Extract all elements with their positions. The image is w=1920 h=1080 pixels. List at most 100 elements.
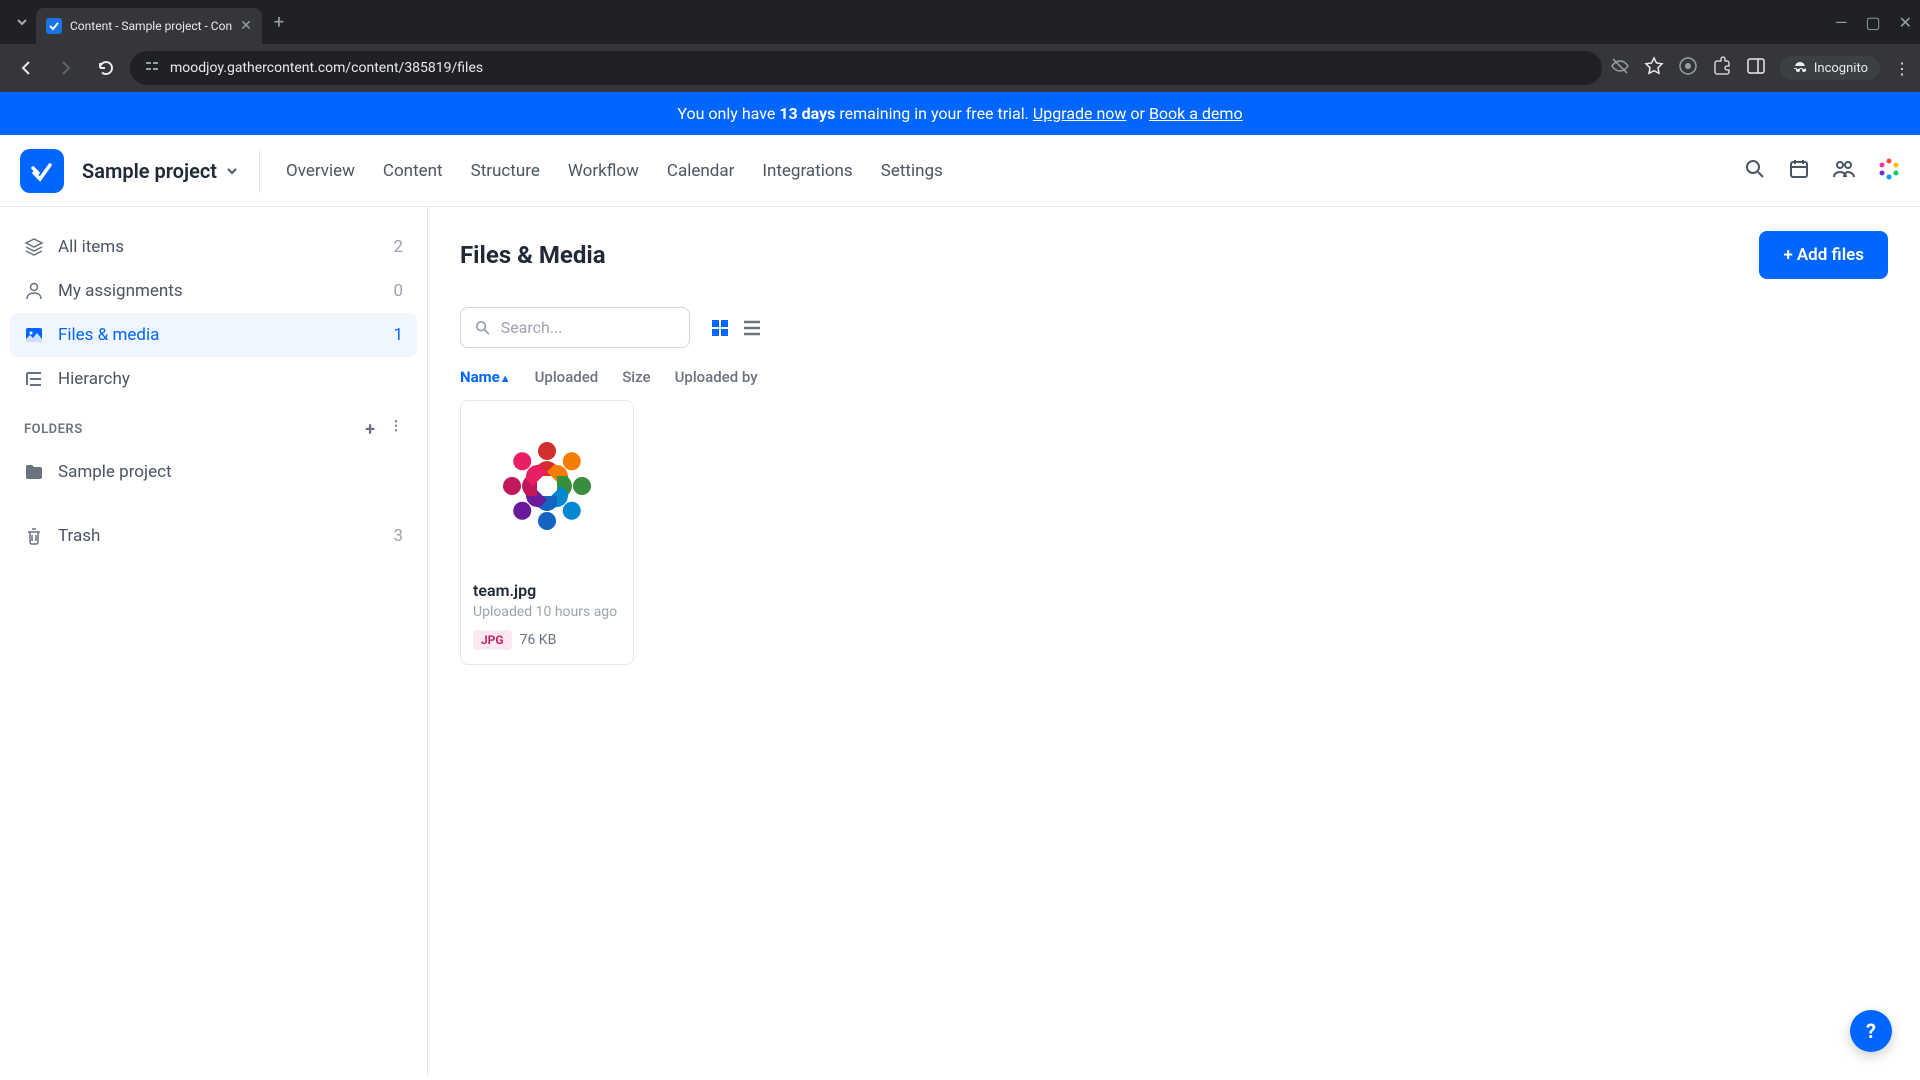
page-title: Files & Media	[460, 241, 606, 269]
tab-calendar[interactable]: Calendar	[667, 161, 734, 181]
file-thumbnail	[461, 401, 633, 571]
sort-bar: Name▲ Uploaded Size Uploaded by	[460, 368, 1888, 386]
forward-button[interactable]	[50, 52, 82, 84]
browser-tab-strip: Content - Sample project - Con ✕ + ― ▢ ✕	[0, 0, 1920, 44]
url-text: moodjoy.gathercontent.com/content/385819…	[170, 60, 483, 76]
tab-favicon	[46, 18, 62, 34]
image-icon	[24, 325, 44, 345]
sort-uploaded[interactable]: Uploaded	[535, 368, 599, 386]
sidebar-label: Trash	[58, 526, 100, 546]
sidebar-item-trash[interactable]: Trash 3	[10, 514, 417, 558]
reload-button[interactable]	[90, 52, 122, 84]
sidebar-count: 0	[393, 281, 403, 301]
extensions-puzzle-icon[interactable]	[1712, 56, 1732, 80]
folder-item[interactable]: Sample project	[10, 450, 417, 494]
minimize-icon[interactable]: ―	[1835, 13, 1848, 32]
file-card[interactable]: team.jpg Uploaded 10 hours ago JPG 76 KB	[460, 400, 634, 665]
add-files-label: Add files	[1797, 245, 1864, 265]
browser-tab[interactable]: Content - Sample project - Con ✕	[36, 8, 262, 44]
file-uploaded-meta: Uploaded 10 hours ago	[473, 604, 621, 620]
search-input[interactable]	[501, 318, 675, 337]
folder-icon	[24, 462, 44, 482]
chevron-down-icon	[225, 164, 239, 178]
sidebar-item-hierarchy[interactable]: Hierarchy	[10, 357, 417, 401]
search-icon	[475, 319, 491, 337]
tab-integrations[interactable]: Integrations	[762, 161, 852, 181]
sidebar-count: 3	[393, 526, 403, 546]
list-view-button[interactable]	[738, 314, 766, 342]
sidebar-label: My assignments	[58, 281, 183, 301]
browser-menu-icon[interactable]: ⋮	[1894, 59, 1910, 78]
sidebar-label: All items	[58, 237, 124, 257]
folder-label: Sample project	[58, 462, 172, 482]
project-selector[interactable]: Sample project	[82, 149, 260, 193]
app-switcher-icon[interactable]	[1878, 158, 1900, 184]
folders-label: FOLDERS	[24, 422, 83, 437]
incognito-label: Incognito	[1814, 61, 1868, 76]
bookmark-star-icon[interactable]	[1644, 56, 1664, 80]
side-panel-icon[interactable]	[1746, 56, 1766, 80]
banner-or: or	[1126, 104, 1148, 123]
extension-icon[interactable]	[1678, 56, 1698, 80]
plus-icon: +	[1783, 245, 1792, 265]
tab-workflow[interactable]: Workflow	[568, 161, 639, 181]
sidebar-count: 2	[393, 237, 403, 257]
tab-close-icon[interactable]: ✕	[240, 18, 252, 34]
tab-search-dropdown[interactable]	[8, 8, 36, 36]
close-window-icon[interactable]: ✕	[1899, 13, 1912, 32]
sidebar-item-my-assignments[interactable]: My assignments 0	[10, 269, 417, 313]
nav-tabs: Overview Content Structure Workflow Cale…	[286, 161, 943, 181]
sidebar: All items 2 My assignments 0 Files & med…	[0, 207, 428, 1077]
trial-banner: You only have 13 days remaining in your …	[0, 92, 1920, 135]
sidebar-item-files-media[interactable]: Files & media 1	[10, 313, 417, 357]
app-logo[interactable]	[20, 149, 64, 193]
main-content: Files & Media +Add files Name▲ Uploaded	[428, 207, 1920, 1077]
sidebar-item-all-items[interactable]: All items 2	[10, 225, 417, 269]
layers-icon	[24, 237, 44, 257]
trash-icon	[24, 526, 44, 546]
search-box[interactable]	[460, 307, 690, 348]
search-icon[interactable]	[1744, 158, 1766, 184]
sort-uploaded-by[interactable]: Uploaded by	[675, 368, 758, 386]
hierarchy-icon	[24, 369, 44, 389]
folder-menu-icon[interactable]: ⋮	[390, 419, 404, 440]
new-tab-button[interactable]: +	[274, 12, 284, 33]
person-icon	[24, 281, 44, 301]
site-settings-icon[interactable]	[144, 58, 160, 78]
banner-prefix: You only have	[677, 104, 779, 123]
upgrade-link[interactable]: Upgrade now	[1033, 104, 1127, 123]
tab-structure[interactable]: Structure	[471, 161, 540, 181]
sidebar-label: Hierarchy	[58, 369, 130, 389]
file-size: 76 KB	[520, 632, 557, 648]
sidebar-count: 1	[393, 325, 403, 345]
app-header: Sample project Overview Content Structur…	[0, 135, 1920, 207]
back-button[interactable]	[10, 52, 42, 84]
tab-content[interactable]: Content	[383, 161, 443, 181]
maximize-icon[interactable]: ▢	[1865, 13, 1880, 32]
tab-title: Content - Sample project - Con	[70, 19, 232, 33]
file-type-badge: JPG	[473, 630, 512, 650]
calendar-icon[interactable]	[1788, 158, 1810, 184]
sidebar-label: Files & media	[58, 325, 159, 345]
add-files-button[interactable]: +Add files	[1759, 231, 1888, 279]
tab-overview[interactable]: Overview	[286, 161, 355, 181]
address-bar[interactable]: moodjoy.gathercontent.com/content/385819…	[130, 51, 1602, 85]
tab-settings[interactable]: Settings	[881, 161, 943, 181]
banner-days: 13 days	[779, 104, 835, 123]
sort-asc-icon: ▲	[500, 372, 511, 385]
project-name: Sample project	[82, 159, 217, 183]
browser-toolbar: moodjoy.gathercontent.com/content/385819…	[0, 44, 1920, 92]
file-name: team.jpg	[473, 581, 621, 600]
visibility-off-icon[interactable]	[1610, 56, 1630, 80]
window-controls: ― ▢ ✕	[1835, 13, 1912, 32]
sort-name[interactable]: Name▲	[460, 368, 511, 386]
folders-header: FOLDERS + ⋮	[10, 401, 417, 450]
incognito-badge[interactable]: Incognito	[1780, 56, 1880, 80]
help-button[interactable]: ?	[1850, 1010, 1892, 1052]
sort-size[interactable]: Size	[622, 368, 650, 386]
add-folder-icon[interactable]: +	[365, 419, 375, 440]
banner-middle: remaining in your free trial.	[835, 104, 1032, 123]
book-demo-link[interactable]: Book a demo	[1149, 104, 1243, 123]
grid-view-button[interactable]	[706, 314, 734, 342]
people-icon[interactable]	[1832, 158, 1856, 184]
